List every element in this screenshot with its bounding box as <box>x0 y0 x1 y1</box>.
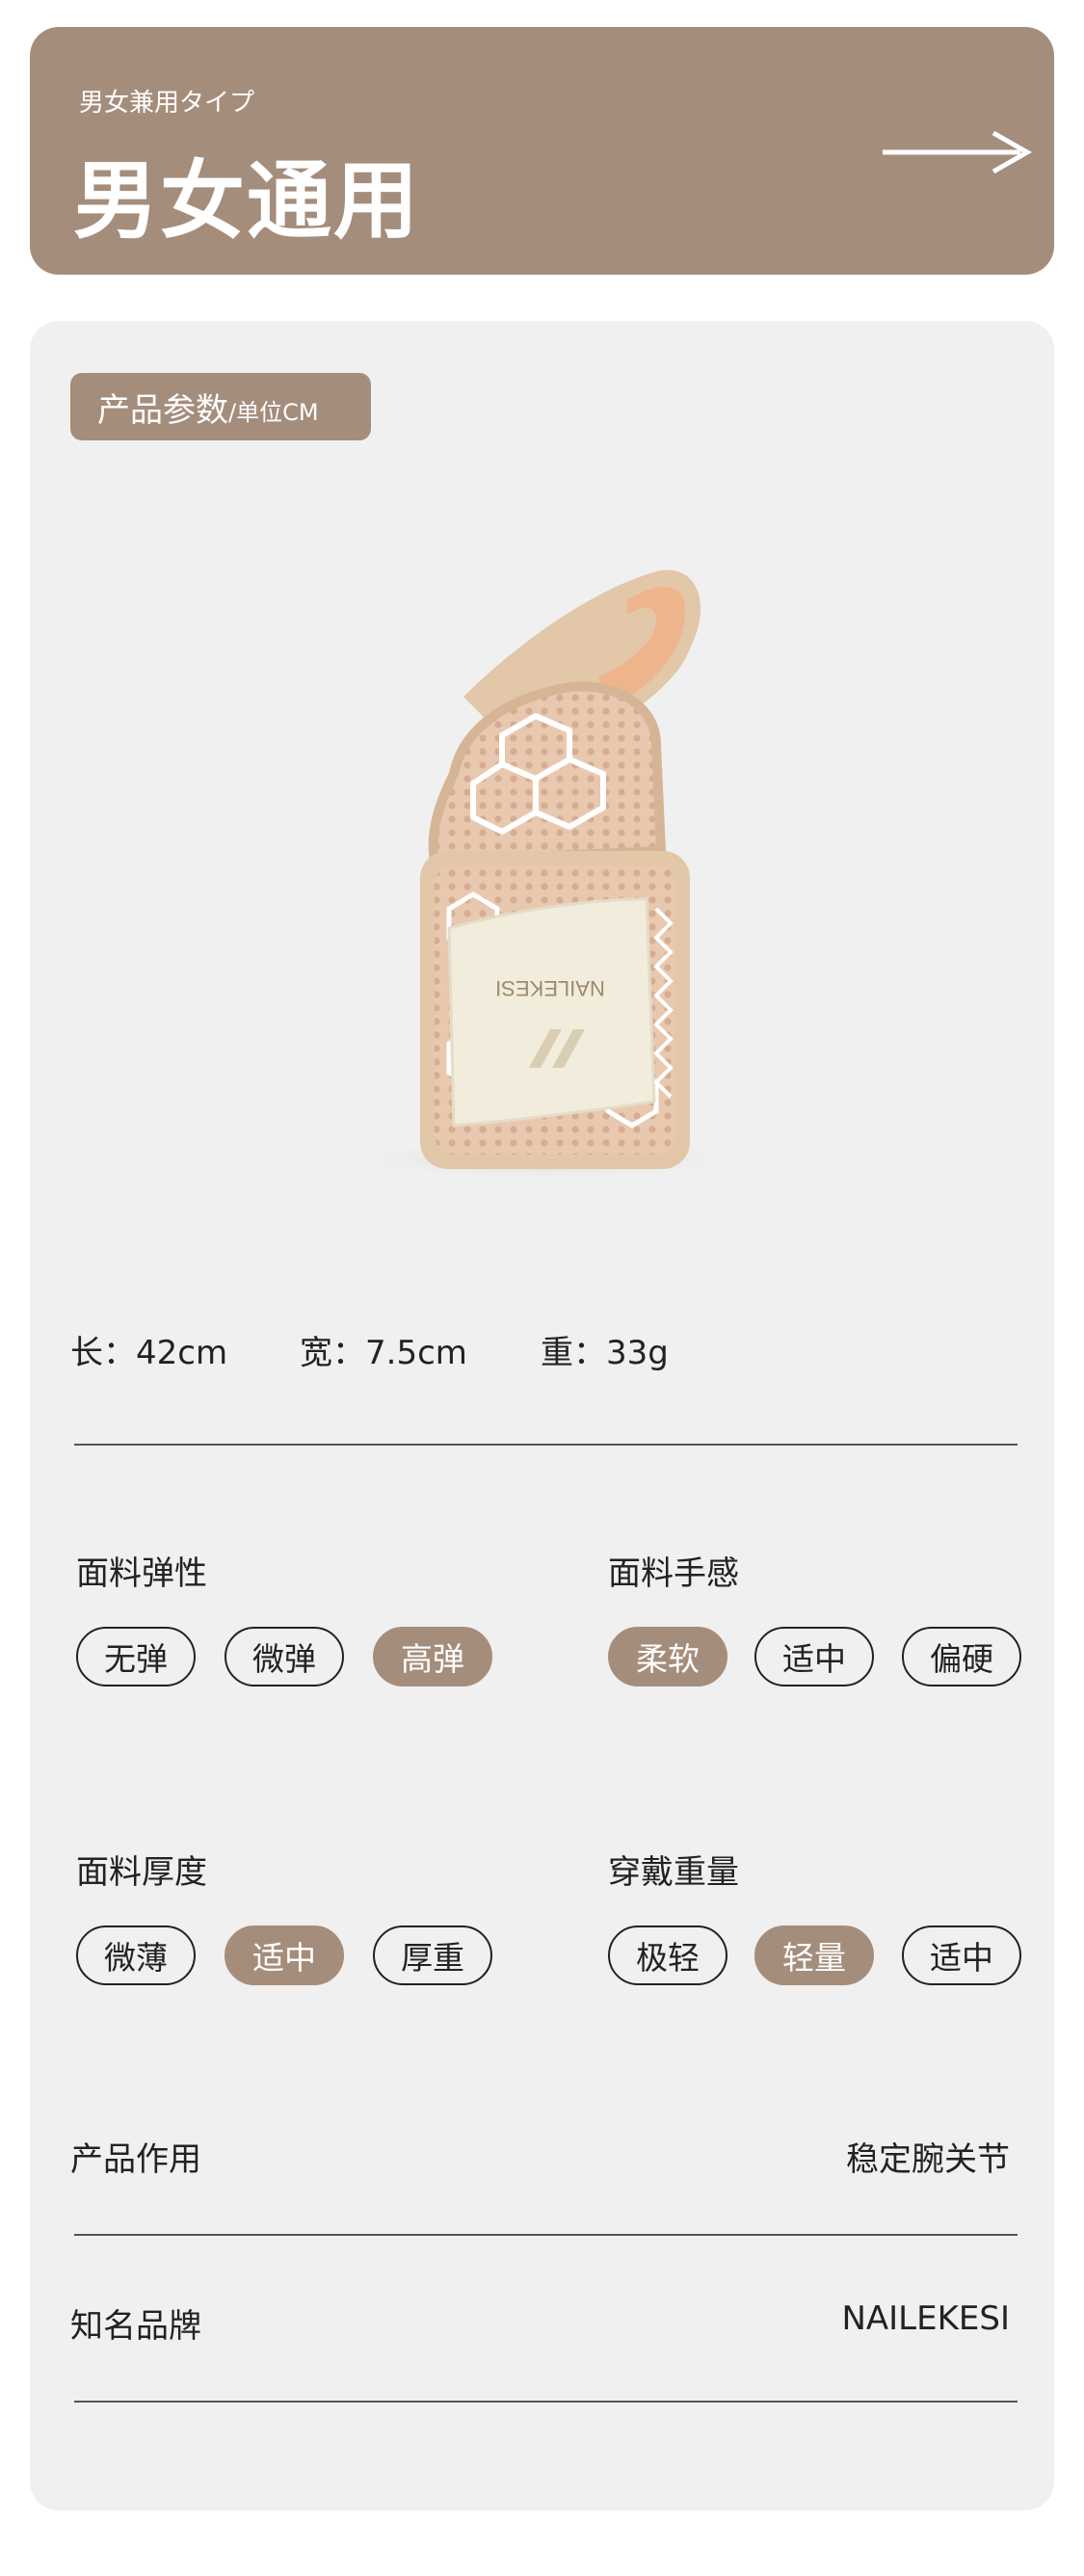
weight-option-ultralight[interactable]: 极轻 <box>608 1925 727 1985</box>
attr-label-elasticity: 面料弹性 <box>76 1554 207 1593</box>
thickness-option-thick[interactable]: 厚重 <box>373 1925 492 1985</box>
banner-subtitle: 男女兼用タイプ <box>79 89 255 118</box>
thickness-option-medium[interactable]: 适中 <box>225 1925 344 1985</box>
width-spec: 宽：7.5cm <box>300 1334 467 1372</box>
banner-title: 男女通用 <box>73 151 421 251</box>
brand-print: NAILEKESI <box>495 976 605 1000</box>
feel-option-medium[interactable]: 适中 <box>754 1627 874 1686</box>
attr-label-thickness: 面料厚度 <box>76 1853 207 1892</box>
elasticity-option-slight[interactable]: 微弹 <box>225 1627 344 1686</box>
divider <box>74 2401 1018 2403</box>
weight-option-medium[interactable]: 适中 <box>902 1925 1021 1985</box>
elasticity-option-none[interactable]: 无弹 <box>76 1627 196 1686</box>
attr-label-weight: 穿戴重量 <box>608 1853 739 1892</box>
weight-spec: 重：33g <box>541 1334 669 1372</box>
spec-card: 产品参数 /单位CM NAILEKESI 长：42cm 宽：7.5cm 重：33… <box>30 321 1054 2510</box>
divider <box>74 2234 1018 2236</box>
function-label: 产品作用 <box>70 2140 201 2179</box>
brand-value: NAILEKESI <box>841 2299 1010 2338</box>
feel-option-soft[interactable]: 柔软 <box>608 1627 727 1686</box>
params-tag-title: 产品参数 <box>97 390 228 430</box>
weight-option-light[interactable]: 轻量 <box>754 1925 874 1985</box>
divider <box>74 1444 1018 1446</box>
function-value: 稳定腕关节 <box>846 2140 1010 2179</box>
elasticity-option-high[interactable]: 高弹 <box>373 1627 492 1686</box>
params-tag: 产品参数 /单位CM <box>70 373 371 440</box>
feel-option-hard[interactable]: 偏硬 <box>902 1627 1021 1686</box>
header-banner: 男女兼用タイプ 男女通用 <box>30 27 1054 275</box>
brand-label: 知名品牌 <box>70 2307 201 2346</box>
attr-label-feel: 面料手感 <box>608 1554 739 1593</box>
wrist-brace-image: NAILEKESI <box>367 570 748 1181</box>
length-spec: 长：42cm <box>70 1334 228 1372</box>
arrow-right-icon[interactable] <box>849 123 1042 181</box>
params-tag-unit: /单位CM <box>228 398 319 426</box>
thickness-option-thin[interactable]: 微薄 <box>76 1925 196 1985</box>
